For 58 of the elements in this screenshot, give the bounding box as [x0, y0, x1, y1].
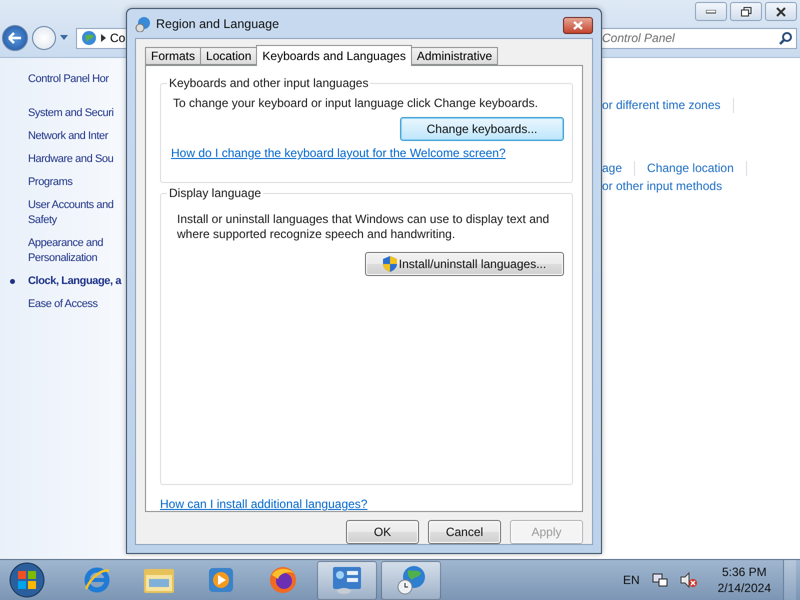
- tab[interactable]: Administrative: [410, 47, 498, 65]
- dialog-button[interactable]: OK: [346, 520, 419, 544]
- globe-icon: [81, 30, 97, 46]
- group-title: Keyboards and other input languages: [167, 76, 370, 90]
- nav-link[interactable]: Clock, Language, a: [28, 274, 126, 289]
- clock[interactable]: 5:36 PM 2/14/2024: [718, 564, 771, 596]
- minimize-button[interactable]: [695, 2, 727, 21]
- control-panel-icon: [331, 565, 363, 596]
- help-link[interactable]: How can I install additional languages?: [160, 497, 573, 511]
- close-icon: [573, 21, 583, 30]
- description-text: Install or uninstall languages that Windows can use to display text and where supported recognize speech and handwriting.: [177, 212, 550, 242]
- taskbar-button[interactable]: [381, 560, 441, 600]
- muted-speaker-icon[interactable]: [680, 572, 698, 588]
- tab[interactable]: Keyboards and Languages: [256, 45, 412, 66]
- minimize-icon: [706, 10, 716, 14]
- dialog-title: Region and Language: [156, 16, 280, 30]
- task-link[interactable]: or other input methods: [602, 179, 734, 194]
- dropdown-icon[interactable]: [60, 35, 68, 41]
- nav-link[interactable]: Appearance and Personalization: [28, 236, 126, 266]
- close-button[interactable]: [765, 2, 797, 21]
- close-button[interactable]: [563, 17, 593, 34]
- close-icon: [776, 6, 786, 16]
- taskbar-button[interactable]: [317, 560, 377, 600]
- back-arrow-icon: [8, 32, 22, 44]
- tab[interactable]: Location: [200, 47, 258, 65]
- back-button[interactable]: [2, 25, 28, 51]
- chevron-icon: [101, 34, 106, 42]
- bullet-icon: [10, 279, 15, 284]
- address-text: Co: [110, 31, 126, 45]
- restore-icon: [740, 6, 752, 16]
- tab[interactable]: Formats: [145, 47, 202, 65]
- group-title: Display language: [167, 186, 264, 200]
- folder-icon: [143, 566, 175, 594]
- nav-link[interactable]: Ease of Access: [28, 297, 126, 312]
- nav-link[interactable]: Network and Inter: [28, 129, 126, 144]
- network-icon[interactable]: [652, 572, 668, 588]
- description-text: To change your keyboard or input language click Change keyboards.: [173, 96, 539, 111]
- nav-link[interactable]: User Accounts and Safety: [28, 198, 126, 228]
- media-player-icon: [207, 566, 235, 594]
- dialog-button[interactable]: Cancel: [428, 520, 501, 544]
- browser-icon: [82, 565, 112, 596]
- firefox-icon: [268, 565, 298, 596]
- search-icon: [779, 32, 792, 44]
- action-button[interactable]: Change keyboards...: [400, 117, 564, 141]
- globe-icon: [135, 16, 151, 32]
- nav-link[interactable]: Programs: [28, 175, 126, 190]
- globe-clock-icon: [395, 564, 427, 596]
- forward-button[interactable]: [32, 26, 56, 50]
- help-link[interactable]: How do I change the keyboard layout for the Welcome screen?: [171, 146, 564, 160]
- nav-link[interactable]: System and Securi: [28, 106, 126, 121]
- language-indicator[interactable]: EN: [622, 573, 640, 588]
- start-button[interactable]: [7, 561, 47, 600]
- home-link[interactable]: Control Panel Hor: [28, 72, 126, 87]
- nav-link[interactable]: Hardware and Sou: [28, 152, 126, 167]
- shield-icon: [382, 256, 397, 272]
- action-button[interactable]: Install/uninstall languages...: [365, 252, 564, 276]
- restore-button[interactable]: [730, 2, 762, 21]
- task-link[interactable]: Change location: [647, 161, 747, 176]
